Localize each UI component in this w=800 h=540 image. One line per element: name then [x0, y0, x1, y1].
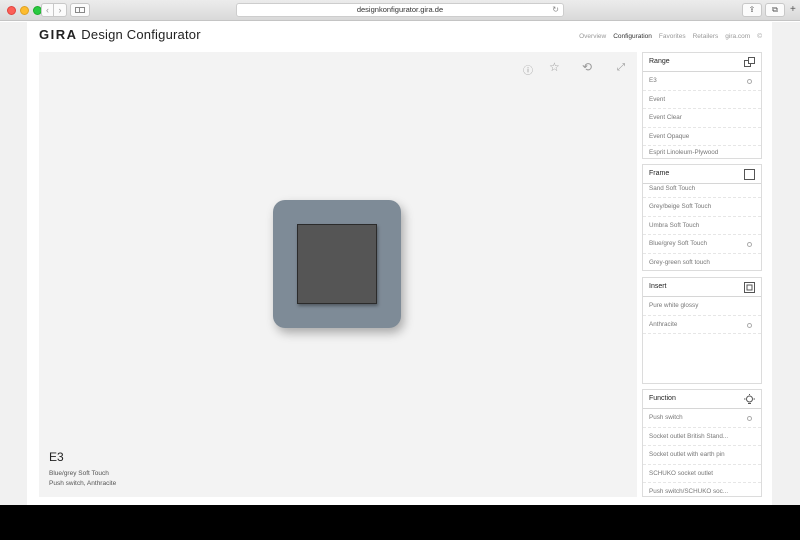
function-panel: Function Push switch Socket outlet Briti…	[642, 389, 762, 497]
tabs-icon: ⧉	[772, 5, 778, 14]
address-bar[interactable]: designkonfigurator.gira.de ↻	[236, 3, 564, 17]
range-option-label: Event Opaque	[649, 132, 690, 140]
frame-option-label: Blue/grey Soft Touch	[649, 240, 707, 247]
share-icon: ⇪	[748, 5, 756, 14]
switch-insert	[297, 224, 377, 304]
function-option-label: Push switch	[649, 414, 683, 421]
insert-square-icon	[744, 282, 755, 293]
configurator-content: GIRA Design Configurator Overview Config…	[27, 22, 772, 505]
selected-radio-icon	[747, 79, 752, 84]
plus-icon: +	[790, 4, 796, 15]
forward-button[interactable]: ›	[54, 3, 67, 17]
page-background: GIRA Design Configurator Overview Config…	[0, 22, 800, 505]
rotate-360-icon[interactable]: ⟲	[582, 60, 592, 74]
selected-radio-icon	[747, 322, 752, 328]
insert-panel-header: Insert	[643, 278, 761, 297]
range-option-label: E3	[649, 77, 657, 84]
info-icon[interactable]: ⓘ	[523, 62, 533, 77]
brand-name: GIRA	[39, 27, 78, 42]
star-icon[interactable]: ☆	[549, 60, 560, 74]
function-panel-header: Function	[643, 390, 761, 409]
function-option-label: Socket outlet with earth pin	[649, 451, 725, 458]
range-option-e3[interactable]: E3	[643, 72, 761, 91]
sidebar-icon	[75, 7, 85, 13]
frame-option-label: Grey-green soft touch	[649, 258, 710, 266]
frame-option-grey-beige[interactable]: Grey/beige Soft Touch	[643, 198, 761, 217]
function-option-label: SCHUKO socket outlet	[649, 469, 714, 477]
range-option-label: Event	[649, 95, 666, 103]
minimize-window-button[interactable]	[20, 6, 29, 15]
lightbulb-icon	[744, 394, 755, 404]
new-tab-button[interactable]: +	[790, 4, 796, 15]
product-frame-label: Blue/grey Soft Touch	[49, 470, 109, 477]
function-title: Function	[649, 395, 676, 402]
fullscreen-icon[interactable]: ⤢	[617, 62, 625, 73]
close-window-button[interactable]	[7, 6, 16, 15]
range-option-label: Event Clear	[649, 114, 682, 121]
range-title: Range	[649, 58, 670, 65]
selected-radio-icon	[747, 416, 752, 421]
selected-radio-icon	[747, 242, 752, 247]
product-title: E3	[49, 450, 64, 464]
show-tabs-button[interactable]: ⧉	[765, 3, 785, 17]
brand-logo[interactable]: GIRA Design Configurator	[39, 27, 201, 42]
function-option-push-switch-schuko[interactable]: Push switch/SCHUKO soc...	[643, 483, 761, 502]
back-button[interactable]: ‹	[41, 3, 54, 17]
chevron-right-icon: ›	[58, 5, 62, 15]
nav-copyright[interactable]: ©	[757, 33, 762, 40]
chevron-left-icon: ‹	[46, 5, 49, 15]
function-option-socket-british[interactable]: Socket outlet British Stand...	[643, 428, 761, 446]
range-stack-icon	[744, 57, 755, 67]
frame-title: Frame	[649, 170, 670, 177]
nav-retailers[interactable]: Retailers	[693, 33, 719, 40]
insert-option-label: Anthracite	[649, 320, 678, 328]
frame-option-umbra[interactable]: Umbra Soft Touch	[643, 217, 761, 235]
share-button[interactable]: ⇪	[742, 3, 762, 17]
top-navigation: Overview Configuration Favorites Retaile…	[579, 33, 762, 40]
frame-panel-header: Frame	[643, 165, 761, 184]
nav-gira-com[interactable]: gira.com	[725, 33, 750, 40]
frame-option-label: Umbra Soft Touch	[649, 221, 700, 229]
range-option-esprit[interactable]: Esprit Linoleum-Plywood	[643, 146, 761, 160]
reload-icon[interactable]: ↻	[552, 4, 559, 16]
frame-option-grey-green[interactable]: Grey-green soft touch	[643, 254, 761, 273]
frame-option-sand[interactable]: Sand Soft Touch	[643, 184, 761, 198]
nav-configuration[interactable]: Configuration	[613, 33, 652, 40]
range-panel: Range E3 Event Event Clear Event Opaque …	[642, 52, 762, 159]
brand-product: Design Configurator	[77, 27, 201, 42]
insert-option-pure-white[interactable]: Pure white glossy	[643, 297, 761, 316]
range-panel-header: Range	[643, 53, 761, 72]
function-option-schuko[interactable]: SCHUKO socket outlet	[643, 465, 761, 483]
switch-frame	[273, 200, 401, 328]
nav-overview[interactable]: Overview	[579, 33, 606, 40]
sidebar-toggle-button[interactable]	[70, 3, 90, 17]
function-option-label: Push switch/SCHUKO soc...	[649, 488, 729, 495]
frame-option-label: Grey/beige Soft Touch	[649, 203, 712, 210]
product-function-label: Push switch, Anthracite	[49, 480, 117, 487]
function-option-socket-earth-pin[interactable]: Socket outlet with earth pin	[643, 446, 761, 465]
insert-option-anthracite[interactable]: Anthracite	[643, 316, 761, 334]
function-option-push-switch[interactable]: Push switch	[643, 409, 761, 428]
range-option-event[interactable]: Event	[643, 91, 761, 109]
function-option-label: Socket outlet British Stand...	[649, 432, 729, 440]
frame-panel: Frame Sand Soft Touch Grey/beige Soft To…	[642, 164, 762, 271]
insert-option-label: Pure white glossy	[649, 302, 699, 309]
insert-panel: Insert Pure white glossy Anthracite	[642, 277, 762, 384]
nav-favorites[interactable]: Favorites	[659, 33, 686, 40]
range-option-event-opaque[interactable]: Event Opaque	[643, 128, 761, 146]
frame-square-icon	[744, 169, 755, 180]
range-option-event-clear[interactable]: Event Clear	[643, 109, 761, 128]
range-option-label: Esprit Linoleum-Plywood	[649, 149, 719, 156]
url-text: designkonfigurator.gira.de	[356, 5, 444, 14]
insert-title: Insert	[649, 283, 667, 290]
frame-option-label: Sand Soft Touch	[649, 185, 696, 192]
product-preview: ⓘ ☆ ⟲ ⤢ E3 Blue/grey Soft Touch Push swi…	[39, 52, 637, 497]
frame-option-blue-grey[interactable]: Blue/grey Soft Touch	[643, 235, 761, 254]
browser-window: ‹ › designkonfigurator.gira.de ↻ ⇪ ⧉ + G…	[0, 0, 800, 505]
browser-toolbar: ‹ › designkonfigurator.gira.de ↻ ⇪ ⧉ +	[0, 0, 800, 21]
